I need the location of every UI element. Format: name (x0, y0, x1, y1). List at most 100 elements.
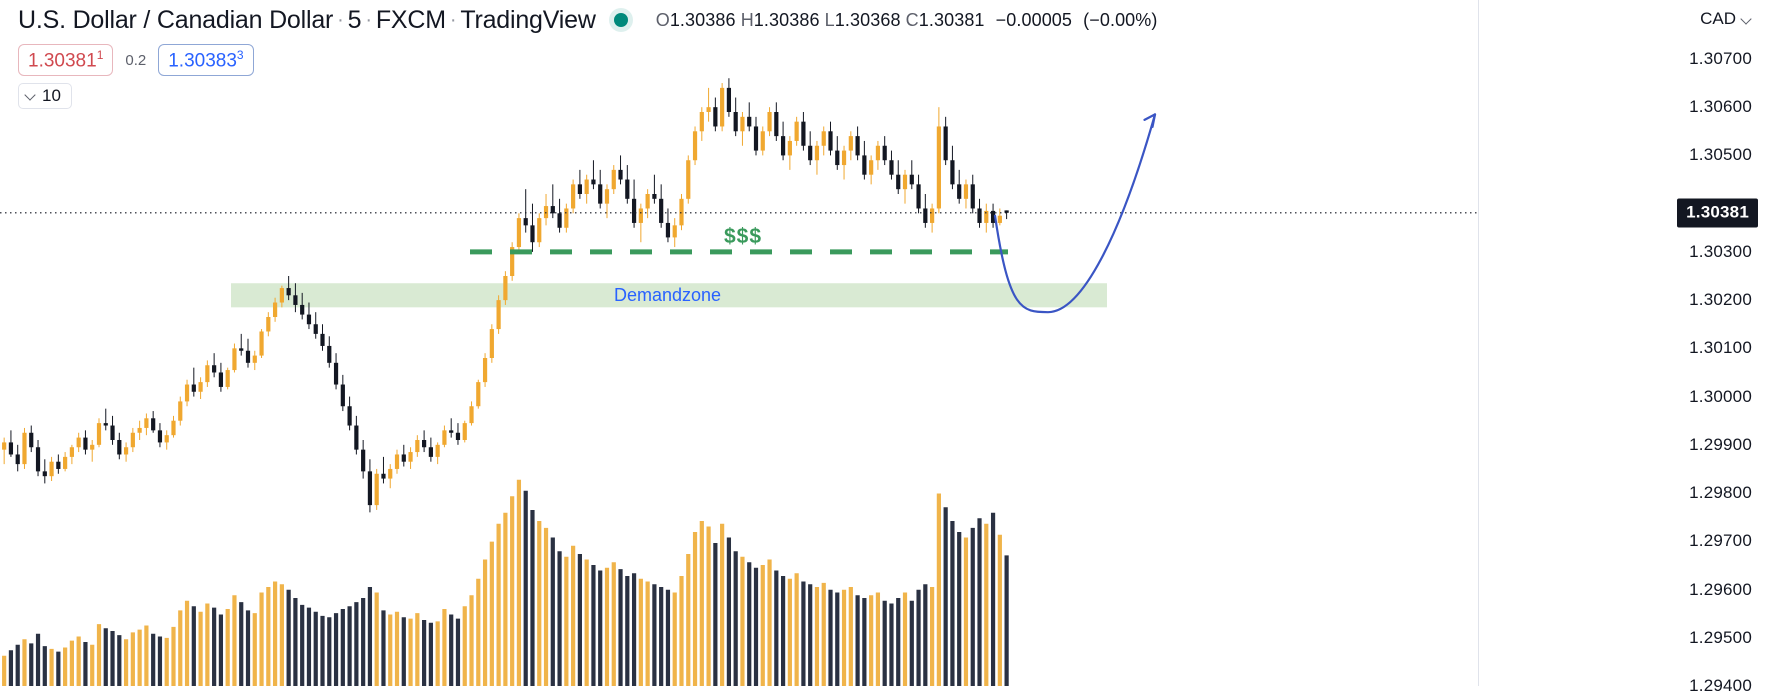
volume-bar (279, 584, 284, 686)
volume-bar (537, 521, 542, 686)
volume-bar (496, 523, 501, 686)
candle-body (828, 131, 833, 151)
volume-bar (15, 644, 20, 686)
volume-bar (306, 607, 312, 686)
volume-bar (808, 584, 813, 686)
volume-bar (408, 618, 413, 686)
candle-body (83, 437, 88, 450)
candle-body (645, 194, 650, 209)
candle-body (930, 208, 935, 223)
candle-body (963, 184, 969, 199)
volume-bar (435, 621, 440, 686)
candle-body (875, 145, 881, 161)
volume-bar (394, 611, 400, 686)
lot-size-selector[interactable]: 10 (18, 83, 72, 109)
volume-bar (747, 562, 752, 686)
price-tick: 1.30700 (1689, 48, 1752, 68)
volume-bar (455, 618, 461, 686)
candle-body (902, 174, 908, 190)
volume-bar (144, 625, 149, 686)
candle-body (151, 418, 156, 431)
candle-body (814, 145, 820, 161)
candle-body (665, 222, 671, 238)
volume-bar (35, 633, 41, 686)
bid-price-button[interactable]: 1.303811 (18, 44, 114, 77)
candle-body (374, 473, 379, 506)
volume-bar (916, 589, 921, 686)
volume-bar (1004, 555, 1009, 686)
volume-bar (252, 613, 257, 686)
volume-bar (218, 614, 224, 686)
candle-body (90, 444, 95, 450)
ohlc-change-percent: (−0.00%) (1083, 9, 1158, 30)
candle-body (923, 208, 928, 223)
candle-body (327, 345, 332, 363)
last-price-badge: 1.30381 (1677, 198, 1758, 228)
symbol-provider: TradingView (460, 5, 596, 34)
volume-bar (875, 592, 881, 686)
candle-body (611, 169, 616, 190)
candle-body (401, 454, 406, 462)
candle-body (631, 198, 637, 223)
volume-bar (110, 631, 115, 686)
candle-body (117, 440, 122, 455)
market-status-icon[interactable] (613, 13, 628, 27)
candle-body (35, 447, 41, 472)
volume-bar (598, 570, 603, 686)
candle-body (713, 107, 718, 127)
ask-price-button[interactable]: 1.303833 (158, 44, 254, 77)
candle-body (259, 331, 264, 356)
volume-bar (286, 589, 291, 686)
candle-body (144, 418, 149, 428)
candle-body (96, 423, 102, 445)
quote-row: 1.303811 0.2 1.303833 (18, 44, 254, 77)
candle-body (997, 215, 1002, 223)
volume-bar (543, 527, 549, 686)
candle-body (537, 218, 542, 243)
candle-body (774, 112, 779, 137)
volume-bar (638, 578, 643, 686)
candle-body (239, 348, 244, 351)
volume-bar (225, 609, 230, 686)
candle-body (726, 87, 732, 112)
ohlc-low-label: L (824, 9, 835, 30)
candle-body (869, 160, 874, 175)
currency-selector[interactable]: CAD (1700, 9, 1752, 29)
volume-bar (862, 598, 867, 686)
volume-bar (232, 595, 237, 686)
candle-body (49, 461, 54, 477)
volume-bar (184, 600, 190, 686)
volume-bar (56, 651, 61, 686)
candle-body (808, 145, 813, 161)
chart-pane[interactable] (0, 0, 1478, 686)
candle-body (577, 184, 582, 194)
symbol-title[interactable]: U.S. Dollar / Canadian Dollar · 5 · FXCM · Tra… (18, 6, 596, 35)
candlestick-chart[interactable] (0, 0, 1478, 686)
candle-body (794, 121, 799, 141)
candle-body (300, 304, 305, 315)
volume-bar (245, 610, 251, 686)
volume-bar (239, 602, 244, 686)
volume-bar (848, 587, 853, 686)
candle-body (279, 288, 284, 303)
volume-bar (611, 562, 616, 686)
price-tick: 1.30300 (1689, 241, 1752, 261)
candle-body (394, 454, 400, 469)
price-scale[interactable]: CAD 1.30700 1.30600 1.30500 1.30300 1.30200 1… (1478, 0, 1765, 695)
volume-bar (388, 614, 393, 686)
volume-bar (293, 598, 298, 686)
ask-price-value: 1.30383 (168, 50, 237, 72)
candle-body (821, 131, 826, 146)
candle-body (191, 384, 196, 392)
volume-bar (401, 617, 406, 686)
volume-bar (950, 521, 955, 686)
candle-body (591, 179, 596, 185)
candle-body (15, 454, 20, 465)
volume-bar (442, 609, 447, 686)
candle-body (977, 208, 982, 223)
volume-bar (780, 576, 786, 686)
candle-body (42, 471, 47, 477)
candle-body (415, 440, 420, 453)
candle-body (896, 174, 901, 190)
candle-body (212, 365, 217, 373)
